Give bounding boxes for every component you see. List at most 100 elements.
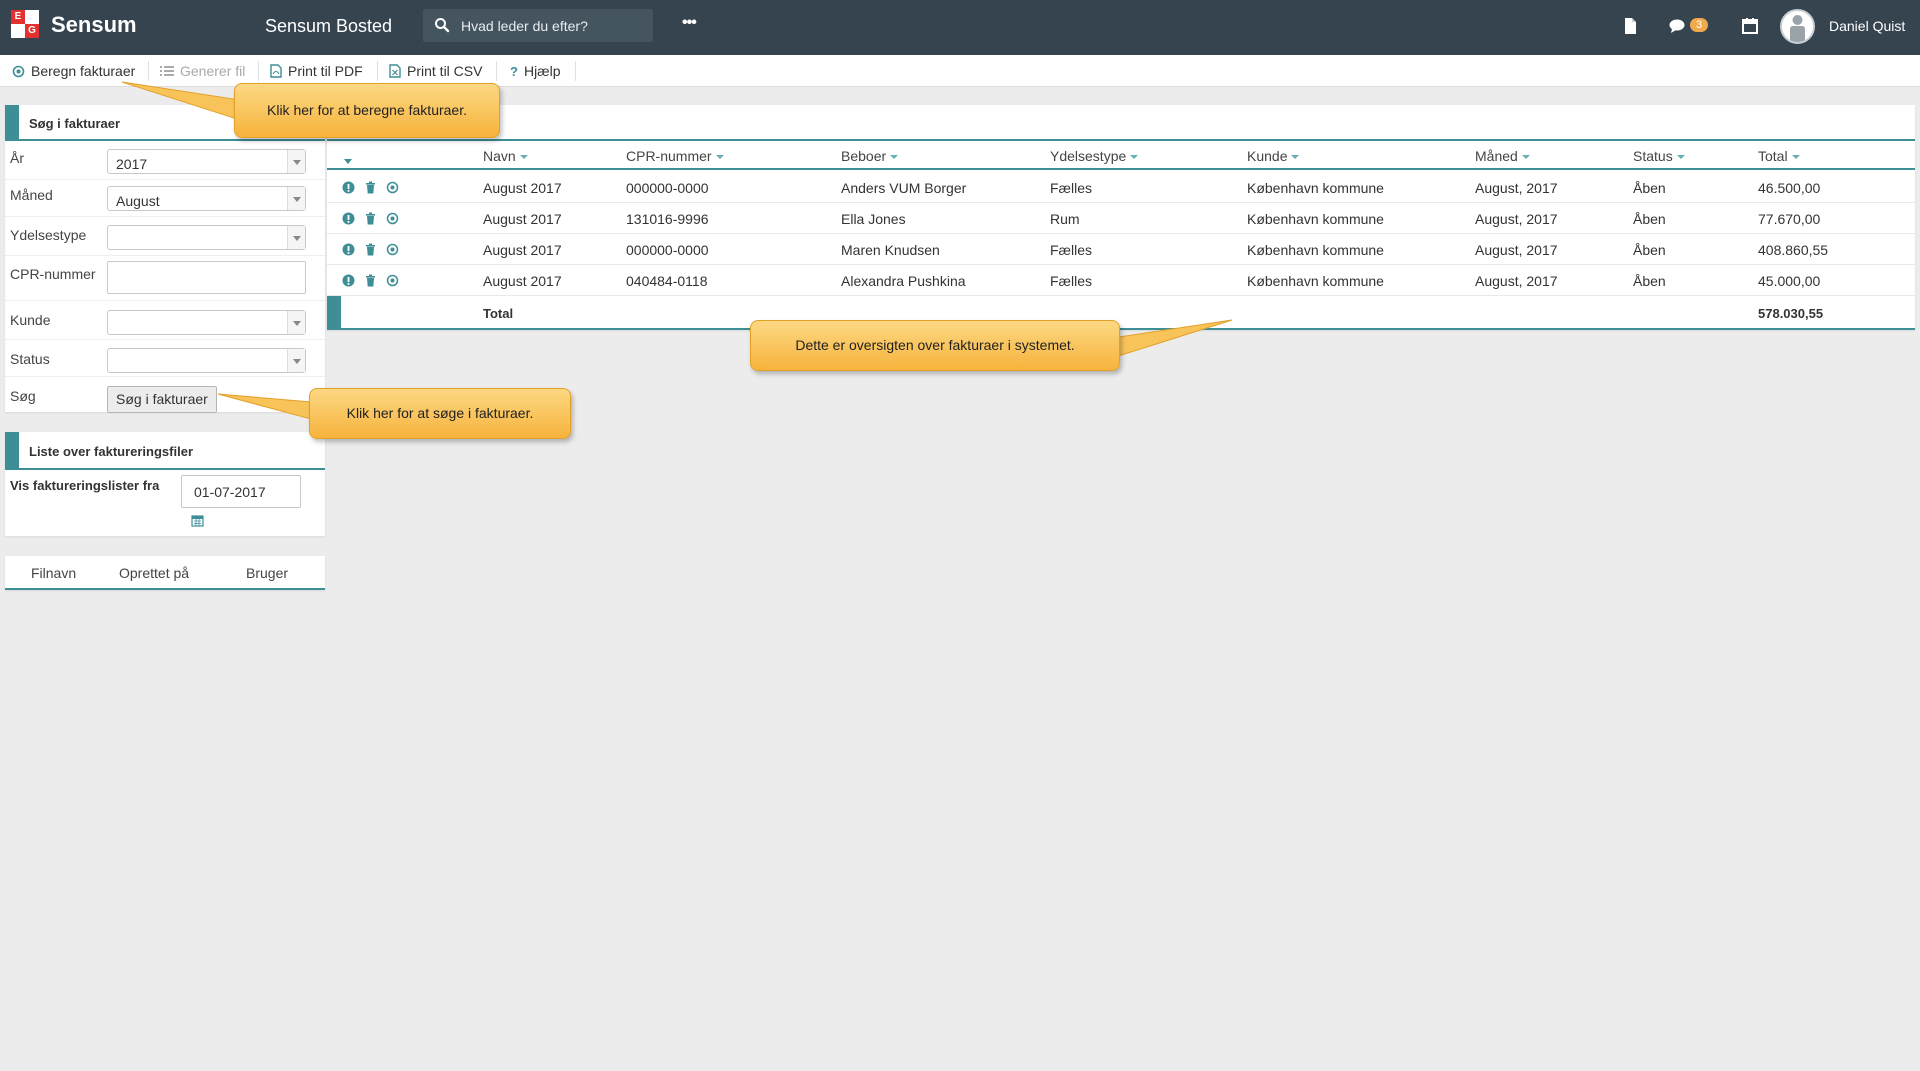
cell-beboer: Anders VUM Borger (841, 180, 967, 196)
target-icon[interactable] (386, 181, 399, 194)
target-icon[interactable] (386, 274, 399, 287)
trash-icon[interactable] (364, 212, 377, 225)
cpr-input[interactable] (107, 261, 306, 294)
trash-icon[interactable] (364, 274, 377, 287)
panel-title: Liste over faktureringsfiler (29, 444, 193, 459)
user-name[interactable]: Daniel Quist (1829, 18, 1905, 34)
cell-ydelsestype: Fælles (1050, 242, 1093, 258)
target-icon[interactable] (386, 243, 399, 256)
cell-maaned: August, 2017 (1475, 242, 1558, 258)
benefit-type-select[interactable] (107, 225, 306, 250)
chat-icon[interactable] (1668, 17, 1686, 35)
table-row[interactable]: August 2017 131016-9996 Ella Jones Rum Køben… (327, 203, 1915, 234)
table-row[interactable]: August 2017 040484-0118 Alexandra Pushkina… (327, 265, 1915, 296)
column-header-beboer[interactable]: Beboer (841, 148, 899, 164)
status-select[interactable] (107, 348, 306, 373)
table-row[interactable]: August 2017 000000-0000 Maren Knudsen Fælle… (327, 234, 1915, 265)
chevron-down-icon[interactable] (287, 311, 305, 334)
month-label: Måned (10, 187, 53, 203)
target-icon[interactable] (386, 212, 399, 225)
calendar-icon[interactable] (191, 514, 204, 527)
total-label: Total (483, 306, 514, 321)
user-avatar[interactable] (1780, 9, 1815, 44)
brand-name[interactable]: Sensum (51, 12, 137, 38)
year-select[interactable]: 2017 (107, 149, 306, 174)
filename-column-header[interactable]: Filnavn (31, 565, 76, 581)
user-column-header[interactable]: Bruger (246, 565, 288, 581)
cell-navn: August 2017 (483, 180, 562, 196)
cell-ydelsestype: Rum (1050, 211, 1080, 227)
column-header-cpr[interactable]: CPR-nummer (626, 148, 724, 164)
status-label: Status (10, 351, 50, 367)
eg-logo[interactable]: E G (11, 10, 41, 40)
pdf-file-icon (270, 64, 282, 78)
sort-arrow-icon (1521, 155, 1530, 160)
sort-arrow-icon (519, 155, 528, 160)
help-button[interactable]: ? Hjælp (510, 63, 561, 79)
cell-beboer: Alexandra Pushkina (841, 273, 966, 289)
target-icon (12, 65, 25, 77)
column-header-maaned[interactable]: Måned (1475, 148, 1530, 164)
search-tooltip: Klik her for at søge i fakturaer. (309, 388, 571, 439)
info-icon[interactable] (342, 181, 355, 194)
created-column-header[interactable]: Oprettet på (119, 565, 189, 581)
info-icon[interactable] (342, 274, 355, 287)
toolbar-divider (575, 61, 576, 81)
search-label: Søg (10, 388, 36, 404)
global-search[interactable] (423, 9, 653, 42)
cell-navn: August 2017 (483, 211, 562, 227)
cell-total: 408.860,55 (1758, 242, 1829, 258)
cell-cpr: 000000-0000 (626, 242, 709, 258)
toolbar-divider (148, 61, 149, 81)
calculate-invoices-button[interactable]: Beregn fakturaer (12, 63, 135, 79)
question-icon: ? (510, 63, 518, 79)
info-icon[interactable] (342, 243, 355, 256)
column-header-ydelsestype[interactable]: Ydelsestype (1050, 148, 1139, 164)
info-icon[interactable] (342, 212, 355, 225)
calendar-icon[interactable] (1741, 17, 1759, 35)
month-select[interactable]: August (107, 186, 306, 211)
grid-header: Navn CPR-nummer Beboer Ydelsestype Kunde… (327, 139, 1915, 170)
date-from-input[interactable] (181, 475, 301, 508)
search-input[interactable] (461, 15, 646, 36)
chevron-down-icon[interactable] (287, 349, 305, 372)
search-invoices-button[interactable]: Søg i fakturaer (107, 386, 217, 413)
invoice-grid: Navn CPR-nummer Beboer Ydelsestype Kunde… (327, 105, 1915, 330)
user-silhouette-icon (1790, 15, 1805, 42)
print-pdf-button[interactable]: Print til PDF (270, 63, 363, 79)
chevron-down-icon[interactable] (287, 226, 305, 249)
print-csv-button[interactable]: Print til CSV (389, 63, 482, 79)
app-title: Sensum Bosted (265, 16, 393, 36)
column-header-total[interactable]: Total (1758, 148, 1800, 164)
column-menu-chevron-icon[interactable] (344, 152, 352, 168)
total-value: 578.030,55 (1758, 306, 1824, 321)
billing-files-panel: Liste over faktureringsfiler Vis fakture… (5, 432, 325, 536)
cell-kunde: København kommune (1247, 242, 1384, 258)
customer-select[interactable] (107, 310, 306, 335)
cell-status: Åben (1633, 211, 1666, 227)
sort-arrow-icon (890, 155, 899, 160)
cell-ydelsestype: Fælles (1050, 180, 1093, 196)
cell-total: 45.000,00 (1758, 273, 1821, 289)
column-header-kunde[interactable]: Kunde (1247, 148, 1300, 164)
customer-label: Kunde (10, 312, 51, 328)
cell-ydelsestype: Fælles (1050, 273, 1093, 289)
trash-icon[interactable] (364, 181, 377, 194)
trash-icon[interactable] (364, 243, 377, 256)
tooltip-pointer (217, 393, 312, 420)
document-icon[interactable] (1621, 17, 1639, 35)
messages-badge: 3 (1690, 18, 1709, 32)
column-header-navn[interactable]: Navn (483, 148, 528, 164)
cell-status: Åben (1633, 273, 1666, 289)
tooltip-pointer (1111, 319, 1233, 359)
more-menu-button[interactable]: ••• (682, 14, 697, 32)
year-label: År (10, 150, 24, 166)
generate-file-button[interactable]: Generer fil (160, 63, 245, 79)
cell-kunde: København kommune (1247, 180, 1384, 196)
chevron-down-icon[interactable] (287, 187, 305, 210)
table-row[interactable]: August 2017 000000-0000 Anders VUM Borger F… (327, 172, 1915, 203)
show-from-label: Vis faktureringslister fra (10, 478, 160, 493)
cell-beboer: Ella Jones (841, 211, 906, 227)
chevron-down-icon[interactable] (287, 150, 305, 173)
column-header-status[interactable]: Status (1633, 148, 1685, 164)
